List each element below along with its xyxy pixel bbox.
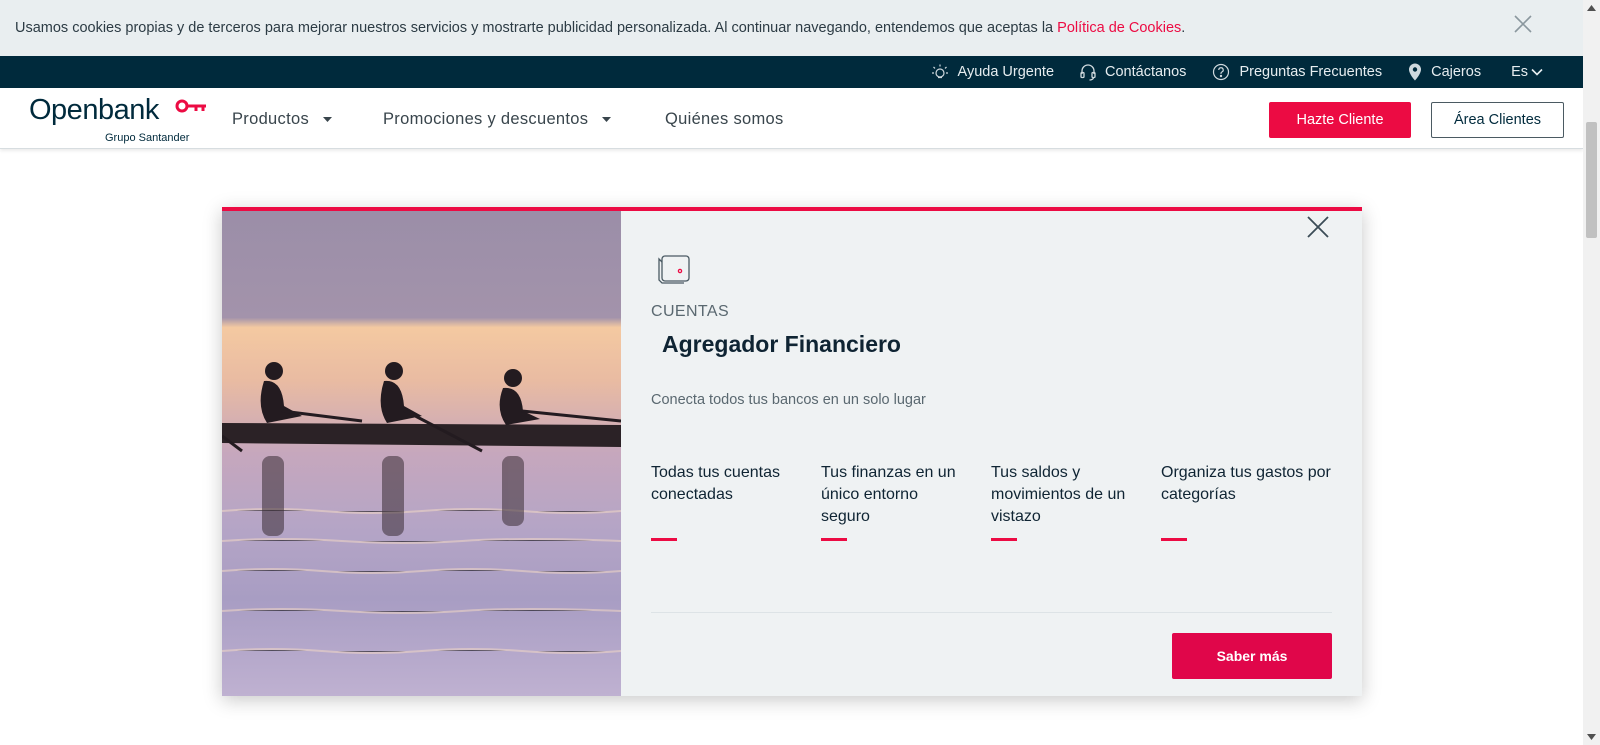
modal-category: CUENTAS: [651, 303, 730, 320]
page-scrollbar[interactable]: [1583, 0, 1600, 745]
headset-icon: [1080, 64, 1096, 81]
utility-link-ayuda[interactable]: Ayuda Urgente: [931, 63, 1054, 81]
nav-label: Quiénes somos: [665, 110, 784, 128]
feature-accent-bar: [991, 538, 1017, 541]
rowing-illustration: [222, 362, 621, 654]
nav-productos[interactable]: Productos: [232, 110, 332, 129]
cookie-suffix: .: [1181, 20, 1186, 36]
utility-label: Ayuda Urgente: [957, 64, 1055, 80]
saber-mas-button[interactable]: Saber más: [1172, 633, 1332, 679]
logo-subtext: Grupo Santander: [105, 132, 190, 144]
cookie-banner: Usamos cookies propias y de terceros par…: [0, 0, 1583, 56]
feature-accent-bar: [651, 538, 677, 541]
location-pin-icon: [1409, 63, 1422, 81]
key-logo-icon: [175, 99, 206, 113]
feature-accent-bar: [1161, 538, 1187, 541]
caret-down-icon: [602, 117, 612, 122]
nav-label: Promociones y descuentos: [383, 110, 589, 128]
openbank-logo[interactable]: Openbank Grupo Santander: [29, 94, 206, 144]
utility-label: Cajeros: [1431, 64, 1482, 80]
rowing-photo: [222, 211, 621, 696]
feature-item: Tus saldos y movimientos de un vistazo: [991, 464, 1126, 525]
utility-label: Contáctanos: [1105, 64, 1187, 80]
utility-link-cajeros[interactable]: Cajeros: [1408, 63, 1481, 81]
utility-link-faq[interactable]: Preguntas Frecuentes: [1212, 63, 1382, 81]
wallet-icon: [658, 253, 692, 290]
utility-bar: Ayuda Urgente Contáctanos Preguntas Frec…: [0, 56, 1583, 88]
nav-label: Productos: [232, 110, 309, 128]
main-header: Openbank Grupo Santander Productos Promo…: [0, 88, 1583, 149]
utility-label: Preguntas Frecuentes: [1239, 64, 1383, 80]
modal-close-icon[interactable]: [1306, 215, 1330, 244]
modal-title: Agregador Financiero: [662, 331, 901, 357]
scroll-down-arrow-icon[interactable]: [1587, 734, 1596, 740]
cookie-policy-link[interactable]: Política de Cookies: [1057, 20, 1181, 36]
modal-divider: [651, 612, 1332, 613]
lightbulb-icon: [931, 64, 948, 79]
nav-promociones[interactable]: Promociones y descuentos: [383, 110, 612, 129]
cookie-message: Usamos cookies propias y de terceros par…: [15, 20, 1058, 36]
language-label: Es: [1511, 64, 1528, 80]
product-modal: CUENTAS Agregador Financiero Conecta tod…: [222, 207, 1362, 696]
utility-link-contacto[interactable]: Contáctanos: [1080, 63, 1186, 81]
scroll-up-arrow-icon[interactable]: [1587, 5, 1596, 11]
feature-item: Tus finanzas en un único entorno seguro: [821, 464, 956, 525]
feature-item: Todas tus cuentas conectadas: [651, 464, 780, 503]
logo-wordmark: Openbank: [29, 94, 159, 126]
close-icon[interactable]: [1513, 14, 1533, 34]
modal-subtitle: Conecta todos tus bancos en un solo luga…: [651, 392, 926, 408]
feature-accent-bar: [821, 538, 847, 541]
area-clientes-button[interactable]: Área Clientes: [1431, 102, 1564, 138]
scroll-thumb[interactable]: [1586, 122, 1597, 238]
nav-quienes-somos[interactable]: Quiénes somos: [665, 110, 784, 129]
language-selector[interactable]: Es: [1511, 64, 1543, 80]
feature-item: Organiza tus gastos por categorías: [1161, 464, 1331, 503]
hazte-cliente-button[interactable]: Hazte Cliente: [1269, 102, 1411, 138]
cookie-text: Usamos cookies propias y de terceros par…: [15, 20, 1185, 36]
chevron-down-icon: [1531, 68, 1543, 76]
caret-down-icon: [323, 117, 332, 122]
question-icon: [1213, 63, 1230, 81]
